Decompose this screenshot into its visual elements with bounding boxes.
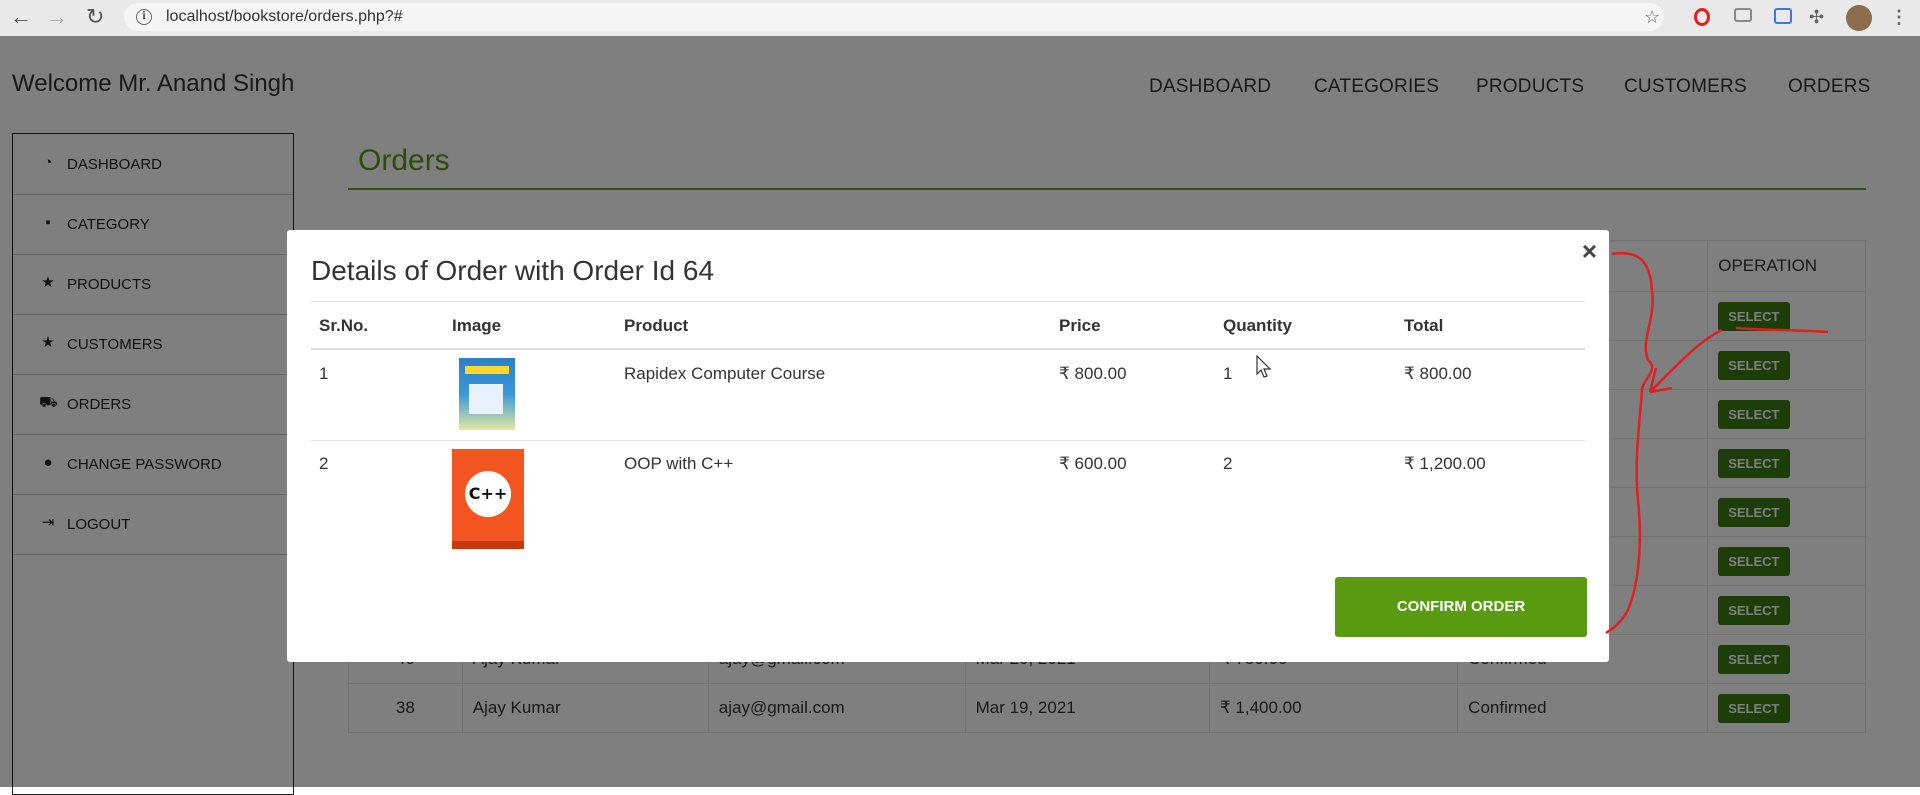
row-price: ₹ 600.00 [1059, 454, 1127, 473]
modal-title: Details of Order with Order Id 64 [311, 255, 715, 286]
back-arrow-icon[interactable]: ← [10, 6, 32, 28]
browser-toolbar: ← → ↻ i localhost/bookstore/orders.php?#… [0, 0, 1920, 36]
order-details-modal: Details of Order with Order Id 64 × Sr.N… [287, 230, 1609, 662]
opera-extension-icon[interactable] [1694, 8, 1710, 26]
row-quantity: 1 [1223, 364, 1233, 383]
row-quantity: 2 [1223, 454, 1233, 473]
col-header-product: Product [624, 316, 689, 335]
extensions-puzzle-icon[interactable]: ✣ [1809, 6, 1824, 28]
close-icon[interactable]: × [1582, 236, 1597, 267]
confirm-order-button[interactable]: CONFIRM ORDER [1335, 577, 1587, 637]
forward-arrow-icon[interactable]: → [46, 6, 68, 28]
col-header-quantity: Quantity [1223, 316, 1292, 335]
row-product: OOP with C++ [624, 454, 734, 473]
address-bar[interactable]: i localhost/bookstore/orders.php?# [124, 3, 1664, 31]
screen-capture-extension-icon[interactable] [1774, 8, 1792, 24]
url-text[interactable]: localhost/bookstore/orders.php?# [166, 8, 403, 26]
divider [311, 301, 1585, 302]
camera-extension-icon[interactable] [1734, 8, 1752, 22]
mouse-cursor-icon [1256, 355, 1272, 378]
col-header-srno: Sr.No. [319, 316, 369, 335]
browser-menu-icon[interactable]: ⋮ [1890, 6, 1908, 28]
row-product: Rapidex Computer Course [624, 364, 826, 383]
bookmark-star-icon[interactable]: ☆ [1644, 6, 1660, 28]
row-total: ₹ 1,200.00 [1404, 454, 1486, 473]
profile-avatar[interactable] [1846, 5, 1872, 31]
divider [311, 440, 1585, 441]
product-image-rapidex [459, 358, 515, 430]
row-price: ₹ 800.00 [1059, 364, 1127, 383]
book-cover-text: C++ [465, 471, 511, 517]
col-header-total: Total [1404, 316, 1444, 335]
col-header-image: Image [452, 316, 502, 335]
reload-icon[interactable]: ↻ [86, 6, 104, 28]
product-image-oop-cpp: C++ [452, 449, 524, 549]
row-srno: 2 [319, 454, 329, 473]
site-info-icon[interactable]: i [136, 9, 152, 25]
row-total: ₹ 800.00 [1404, 364, 1472, 383]
col-header-price: Price [1059, 316, 1101, 335]
divider [311, 348, 1585, 350]
row-srno: 1 [319, 364, 329, 383]
